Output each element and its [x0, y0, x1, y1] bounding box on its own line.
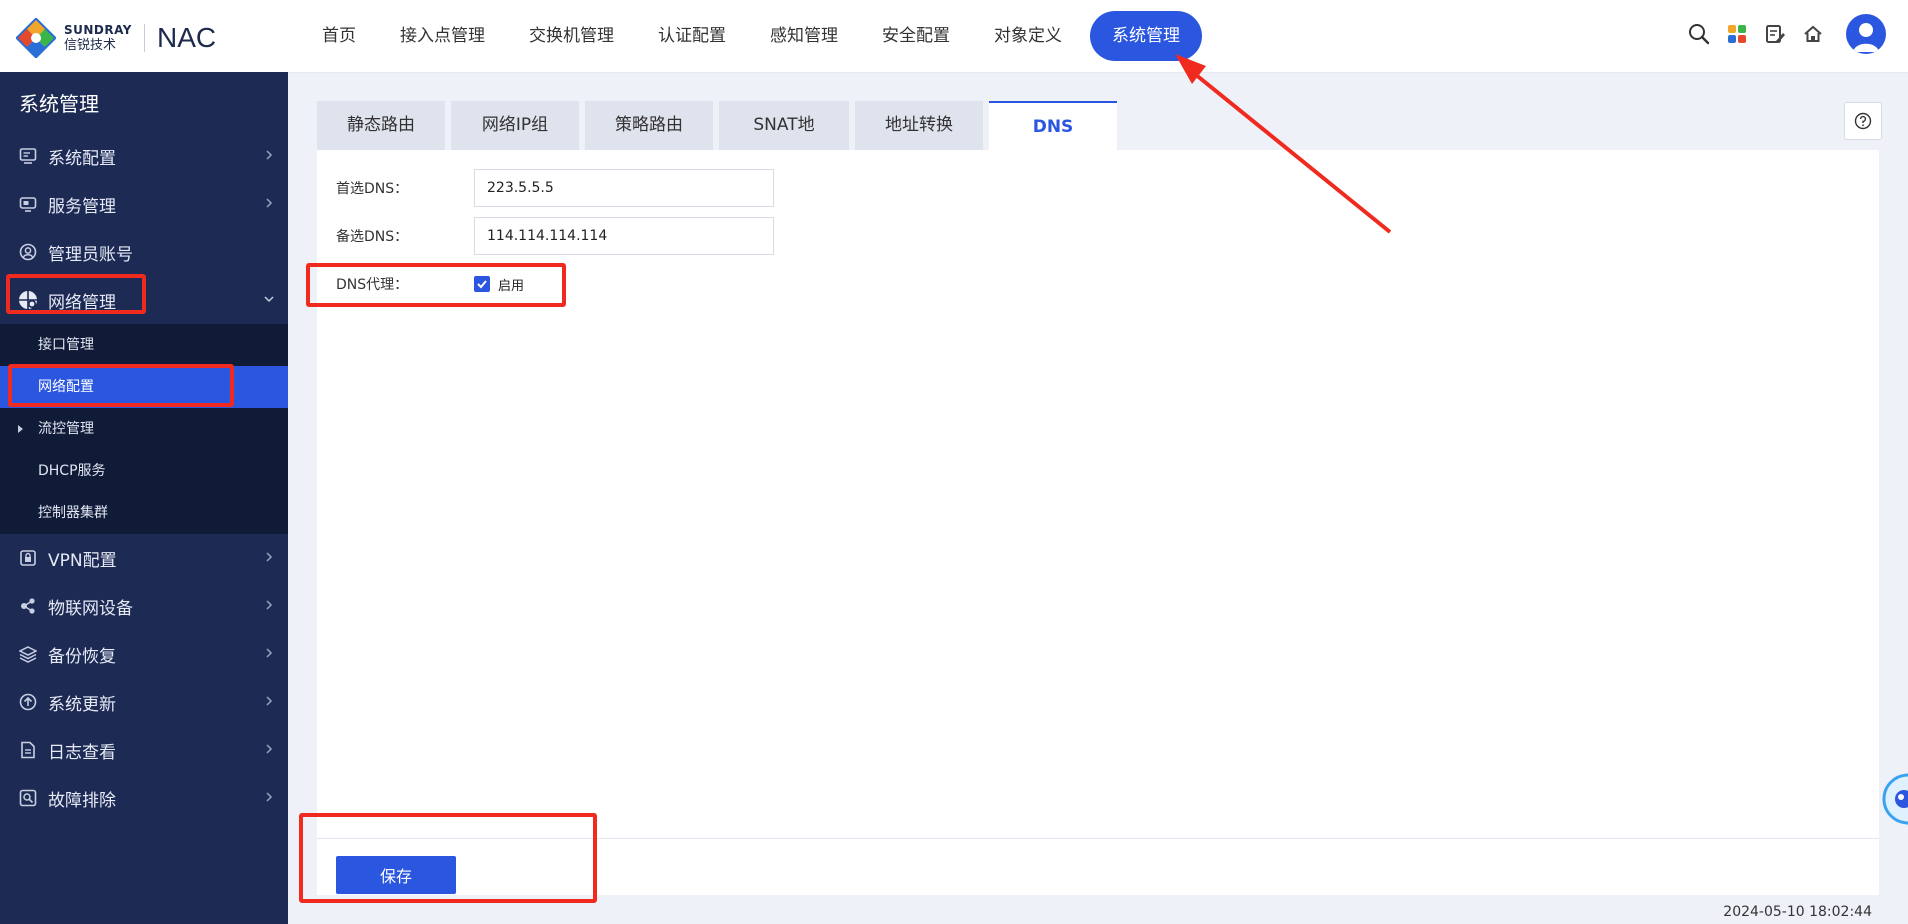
primary-dns-input[interactable]	[474, 169, 774, 207]
sidebar-item-label: 网络管理	[48, 292, 116, 313]
dns-settings-panel: 首选DNS： 备选DNS： DNS代理： 启用 保存	[317, 150, 1879, 895]
checkmark-icon	[477, 280, 487, 289]
save-button[interactable]: 保存	[336, 856, 456, 894]
secondary-dns-label: 备选DNS：	[336, 229, 409, 245]
dns-proxy-checkbox[interactable]	[474, 276, 490, 292]
sidebar-item-label: VPN配置	[48, 550, 117, 571]
chevron-right-icon	[266, 600, 273, 610]
brand-logo[interactable]: SUNDRAY 信锐技术 NAC	[16, 18, 216, 58]
monitor-icon	[18, 146, 38, 166]
header-tools	[1674, 14, 1886, 54]
network-submenu: 接口管理 网络配置 流控管理 DHCP服务 控制器集群	[0, 324, 288, 534]
sidebar-subitem-dhcp-service[interactable]: DHCP服务	[0, 450, 288, 492]
sidebar-title: 系统管理	[19, 92, 99, 116]
sidebar-item-backup-restore[interactable]: 备份恢复	[0, 630, 288, 678]
sidebar-subitem-controller-cluster[interactable]: 控制器集群	[0, 492, 288, 534]
tab-address-translation[interactable]: 地址转换	[855, 101, 983, 150]
current-time: 2024-05-10 18:02:44	[1723, 904, 1872, 920]
main-content: 静态路由 网络IP组 策略路由 SNAT地址池 地址转换 DNS 首选DNS： …	[288, 72, 1908, 924]
chevron-down-icon	[264, 296, 274, 303]
assistant-float-icon[interactable]	[1876, 769, 1908, 829]
sidebar-item-troubleshooting[interactable]: 故障排除	[0, 774, 288, 822]
sidebar-item-label: 系统配置	[48, 148, 116, 169]
sidebar-item-service-management[interactable]: 服务管理	[0, 180, 288, 228]
primary-dns-row: 首选DNS：	[336, 169, 774, 207]
logo-text-cn: 信锐技术	[64, 38, 117, 53]
sidebar-item-vpn-config[interactable]: VPN配置	[0, 534, 288, 582]
chevron-right-icon	[266, 150, 273, 160]
tab-network-ip-group[interactable]: 网络IP组	[451, 101, 579, 150]
tab-snat-pool[interactable]: SNAT地址池	[719, 101, 849, 184]
panel-footer-divider	[317, 838, 1879, 839]
dns-proxy-label: DNS代理：	[336, 277, 409, 293]
apps-icon[interactable]	[1724, 21, 1750, 47]
home-icon[interactable]	[1800, 21, 1826, 47]
tab-dns[interactable]: DNS	[989, 101, 1117, 150]
topnav-perception-management[interactable]: 感知管理	[748, 11, 860, 61]
top-navigation: 首页 接入点管理 交换机管理 认证配置 感知管理 安全配置 对象定义 系统管理	[300, 11, 1202, 61]
topnav-switch-management[interactable]: 交换机管理	[507, 11, 636, 61]
topnav-auth-config[interactable]: 认证配置	[636, 11, 748, 61]
secondary-dns-input[interactable]	[474, 217, 774, 255]
sidebar-item-network-management[interactable]: 网络管理	[0, 276, 288, 324]
caret-right-icon	[18, 425, 23, 433]
logo-divider	[143, 24, 145, 52]
sidebar-item-system-update[interactable]: 系统更新	[0, 678, 288, 726]
sidebar-subitem-label: 流控管理	[38, 421, 94, 437]
topnav-object-definition[interactable]: 对象定义	[972, 11, 1084, 61]
sundray-logo-icon	[16, 18, 56, 58]
chevron-right-icon	[266, 744, 273, 754]
sidebar-item-label: 故障排除	[48, 790, 116, 811]
sidebar-item-log-view[interactable]: 日志查看	[0, 726, 288, 774]
sidebar-item-label: 备份恢复	[48, 646, 116, 667]
edit-icon[interactable]	[1762, 21, 1788, 47]
sidebar-item-label: 服务管理	[48, 196, 116, 217]
sidebar-item-iot-devices[interactable]: 物联网设备	[0, 582, 288, 630]
topnav-system-management[interactable]: 系统管理	[1090, 11, 1202, 61]
chevron-right-icon	[266, 198, 273, 208]
sidebar-item-label: 管理员账号	[48, 244, 133, 265]
secondary-dns-row: 备选DNS：	[336, 217, 774, 255]
product-name: NAC	[156, 22, 217, 53]
iot-icon	[18, 596, 38, 616]
topnav-home[interactable]: 首页	[300, 11, 378, 61]
sidebar-item-admin-accounts[interactable]: 管理员账号	[0, 228, 288, 276]
topnav-ap-management[interactable]: 接入点管理	[378, 11, 507, 61]
primary-dns-label: 首选DNS：	[336, 181, 409, 197]
sidebar-item-label: 系统更新	[48, 694, 116, 715]
troubleshoot-icon	[18, 788, 38, 808]
lock-icon	[18, 548, 38, 568]
user-avatar[interactable]	[1846, 14, 1886, 54]
sidebar-subitem-interface-management[interactable]: 接口管理	[0, 324, 288, 366]
chevron-right-icon	[266, 696, 273, 706]
chevron-right-icon	[266, 552, 273, 562]
dns-proxy-enable-label[interactable]: 启用	[498, 275, 524, 294]
document-icon	[18, 740, 38, 760]
layers-icon	[18, 644, 38, 664]
sidebar-item-label: 物联网设备	[48, 598, 133, 619]
dns-proxy-row: DNS代理： 启用	[336, 265, 524, 303]
upload-icon	[18, 692, 38, 712]
service-icon	[18, 194, 38, 214]
sidebar-item-label: 日志查看	[48, 742, 116, 763]
topnav-security-config[interactable]: 安全配置	[860, 11, 972, 61]
network-icon	[18, 290, 38, 310]
tab-static-route[interactable]: 静态路由	[317, 101, 445, 150]
help-button[interactable]	[1844, 102, 1882, 140]
tab-bar: 静态路由 网络IP组 策略路由 SNAT地址池 地址转换 DNS	[317, 101, 1123, 184]
help-icon	[1854, 112, 1872, 130]
sidebar-subitem-flow-control[interactable]: 流控管理	[0, 408, 288, 450]
top-header: SUNDRAY 信锐技术 NAC 首页 接入点管理 交换机管理 认证配置 感知管…	[0, 0, 1908, 73]
sidebar: 系统管理 系统配置 服务管理 管理员账号 网络管理 接口管理 网络配置 流控管理…	[0, 72, 288, 924]
chevron-right-icon	[266, 648, 273, 658]
user-circle-icon	[18, 242, 38, 262]
chevron-right-icon	[266, 792, 273, 802]
search-icon[interactable]	[1686, 21, 1712, 47]
sidebar-item-system-config[interactable]: 系统配置	[0, 132, 288, 180]
logo-text-en: SUNDRAY	[64, 23, 132, 37]
sidebar-subitem-network-config[interactable]: 网络配置	[0, 366, 288, 408]
tab-policy-route[interactable]: 策略路由	[585, 101, 713, 150]
